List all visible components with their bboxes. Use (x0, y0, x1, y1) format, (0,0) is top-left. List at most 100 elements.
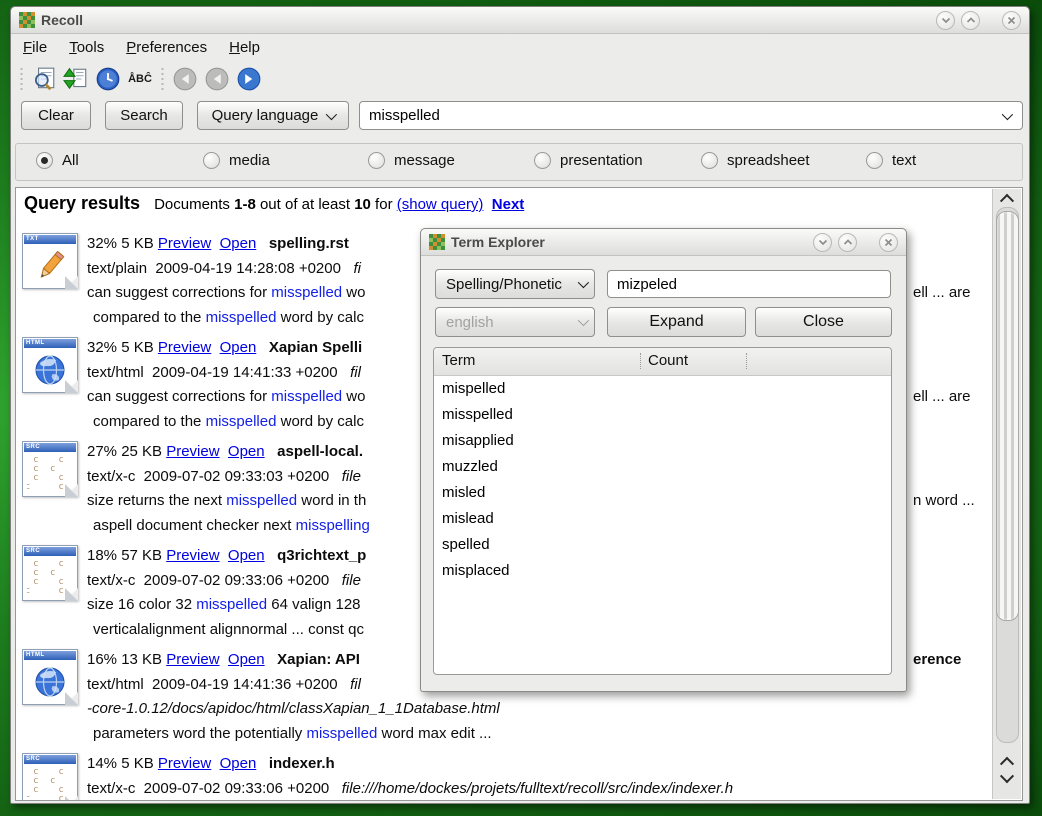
maximize-button[interactable] (838, 233, 857, 252)
radio-icon[interactable] (534, 152, 551, 169)
radio-icon[interactable] (701, 152, 718, 169)
clear-button[interactable]: Clear (21, 101, 91, 130)
term-row[interactable]: misled (434, 479, 891, 505)
preview-link[interactable]: Preview (158, 755, 211, 772)
preview-link[interactable]: Preview (158, 235, 211, 252)
radio-icon[interactable] (368, 152, 385, 169)
scroll-up-icon[interactable] (993, 753, 1021, 769)
close-button[interactable] (879, 233, 898, 252)
open-link[interactable]: Open (228, 547, 265, 564)
search-combobox[interactable] (359, 101, 1023, 130)
term-row[interactable]: mislead (434, 505, 891, 531)
open-link[interactable]: Open (220, 235, 257, 252)
close-button[interactable] (1002, 11, 1021, 30)
preview-link[interactable]: Preview (158, 339, 211, 356)
result-text (220, 651, 228, 668)
main-titlebar[interactable]: Recoll (11, 7, 1029, 34)
result-text (211, 235, 219, 252)
scrollbar-thumb[interactable] (996, 211, 1019, 621)
scroll-up-icon[interactable] (993, 190, 1021, 206)
html-file-icon[interactable]: HTML (22, 337, 78, 393)
chevron-down-icon (326, 108, 337, 119)
result-text: Xapian Spelli (269, 339, 362, 356)
html-file-icon[interactable]: HTML (22, 649, 78, 705)
result-text (256, 755, 269, 772)
term-row[interactable]: muzzled (434, 453, 891, 479)
maximize-button[interactable] (961, 11, 980, 30)
result-line: text/html 2009-04-19 14:41:33 +0200 fil (87, 362, 421, 384)
chevron-down-icon[interactable] (1002, 108, 1013, 119)
radio-icon[interactable] (866, 152, 883, 169)
column-term[interactable]: Term (442, 352, 475, 369)
sort-by-date-icon[interactable] (94, 65, 122, 93)
open-link[interactable]: Open (228, 651, 265, 668)
result-text: misspelled (271, 284, 342, 301)
column-separator[interactable] (746, 353, 748, 369)
term-row[interactable]: misspelled (434, 401, 891, 427)
results-scrollbar[interactable] (992, 189, 1021, 799)
dialog-titlebar[interactable]: Term Explorer (421, 229, 906, 256)
preview-link[interactable]: Preview (166, 547, 219, 564)
term-row[interactable]: mispelled (434, 375, 891, 401)
filter-radio-media[interactable]: media (203, 152, 270, 169)
term-cell: misled (434, 484, 485, 501)
menu-tools[interactable]: Tools (69, 39, 104, 56)
result-text: aspell document checker next (93, 517, 296, 534)
txt-file-icon[interactable]: TXT (22, 233, 78, 289)
filter-radio-text[interactable]: text (866, 152, 916, 169)
term-input[interactable] (608, 276, 890, 293)
result-row: SRCc c c c c c c c c c c c14% 5 KB Previ… (16, 753, 986, 801)
menu-preferences[interactable]: Preferences (126, 39, 207, 56)
src-file-icon[interactable]: SRCc c c c c c c c c c c c (22, 441, 78, 497)
filter-radio-presentation[interactable]: presentation (534, 152, 643, 169)
result-text (211, 339, 219, 356)
term-explorer-icon[interactable]: ÅBĈ (126, 65, 154, 93)
close-dialog-button[interactable]: Close (755, 307, 892, 337)
filter-radio-spreadsheet[interactable]: spreadsheet (701, 152, 810, 169)
minimize-button[interactable] (813, 233, 832, 252)
query-language-dropdown[interactable]: Query language (197, 101, 349, 130)
result-text: can suggest corrections for (87, 284, 271, 301)
preview-link[interactable]: Preview (166, 443, 219, 460)
query-details-icon[interactable] (30, 65, 58, 93)
term-input-box[interactable] (607, 270, 891, 298)
src-file-icon[interactable]: SRCc c c c c c c c c c c c (22, 753, 78, 801)
preview-link[interactable]: Preview (166, 651, 219, 668)
open-link[interactable]: Open (220, 755, 257, 772)
term-row[interactable]: misplaced (434, 557, 891, 583)
result-text: parameters word the potentially (93, 725, 306, 742)
expand-button[interactable]: Expand (607, 307, 746, 337)
result-text: wo (342, 388, 365, 405)
filter-radio-all[interactable]: All (36, 152, 79, 169)
open-link[interactable]: Open (228, 443, 265, 460)
radio-icon[interactable] (203, 152, 220, 169)
expansion-mode-dropdown[interactable]: Spelling/Phonetic (435, 269, 595, 299)
src-file-icon[interactable]: SRCc c c c c c c c c c c c (22, 545, 78, 601)
result-text: misspelled (226, 492, 297, 509)
result-text-fragment: ell ... are (913, 386, 971, 408)
menu-file[interactable]: File (23, 39, 47, 56)
search-input[interactable] (360, 107, 994, 124)
minimize-button[interactable] (936, 11, 955, 30)
column-count[interactable]: Count (648, 352, 688, 369)
next-page-icon[interactable] (235, 65, 263, 93)
term-row[interactable]: spelled (434, 531, 891, 557)
term-table-header: Term Count (434, 348, 891, 376)
term-cell: spelled (434, 536, 490, 553)
search-button[interactable]: Search (105, 101, 183, 130)
result-text: word in th (297, 492, 366, 509)
radio-icon[interactable] (36, 152, 53, 169)
filter-radio-message[interactable]: message (368, 152, 455, 169)
result-text: fil (350, 364, 361, 381)
result-line: aspell document checker next misspelling (93, 515, 421, 537)
term-row[interactable]: misapplied (434, 427, 891, 453)
first-page-icon (171, 65, 199, 93)
column-separator[interactable] (640, 353, 642, 369)
open-link[interactable]: Open (220, 339, 257, 356)
scroll-down-icon[interactable] (993, 771, 1021, 787)
result-text: text/html 2009-04-19 14:41:33 +0200 (87, 364, 350, 381)
toolbar-handle[interactable] (19, 66, 24, 92)
term-cell: mispelled (434, 380, 505, 397)
menu-help[interactable]: Help (229, 39, 260, 56)
update-index-icon[interactable] (62, 65, 90, 93)
